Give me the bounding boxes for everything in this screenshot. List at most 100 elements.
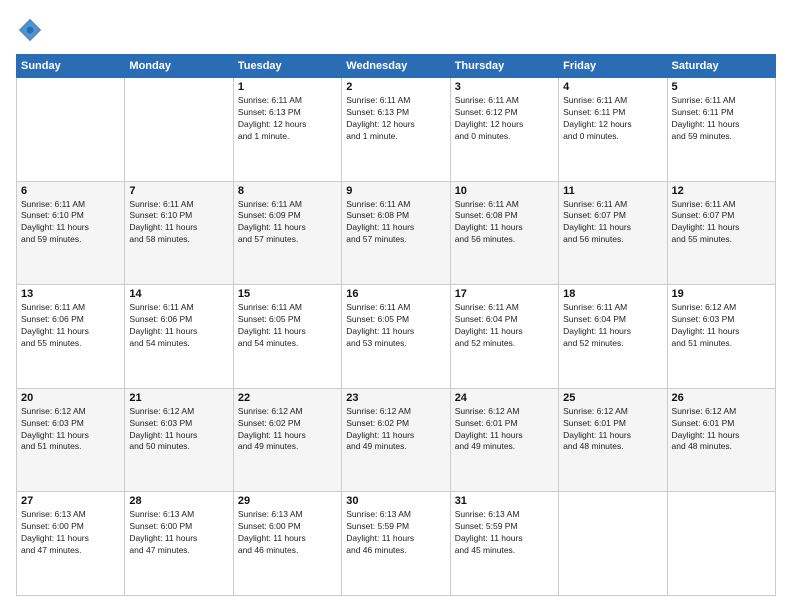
weekday-header: Tuesday	[233, 55, 341, 78]
day-number: 29	[238, 495, 337, 507]
cell-content: Sunrise: 6:11 AM Sunset: 6:06 PM Dayligh…	[21, 302, 120, 350]
weekday-header: Friday	[559, 55, 667, 78]
calendar-cell: 21 Sunrise: 6:12 AM Sunset: 6:03 PM Dayli…	[125, 388, 233, 492]
calendar-cell: 12 Sunrise: 6:11 AM Sunset: 6:07 PM Dayli…	[667, 181, 775, 285]
calendar-cell: 4 Sunrise: 6:11 AM Sunset: 6:11 PM Daylig…	[559, 78, 667, 182]
calendar-cell: 27Sunrise: 6:13 AM Sunset: 6:00 PM Dayli…	[17, 492, 125, 596]
day-number: 14	[129, 288, 228, 300]
cell-content: Sunrise: 6:11 AM Sunset: 6:07 PM Dayligh…	[672, 199, 771, 247]
cell-content: Sunrise: 6:11 AM Sunset: 6:07 PM Dayligh…	[563, 199, 662, 247]
calendar-cell: 9 Sunrise: 6:11 AM Sunset: 6:08 PM Daylig…	[342, 181, 450, 285]
calendar-cell: 25 Sunrise: 6:12 AM Sunset: 6:01 PM Dayli…	[559, 388, 667, 492]
cell-content: Sunrise: 6:12 AM Sunset: 6:03 PM Dayligh…	[129, 406, 228, 454]
cell-content: Sunrise: 6:13 AM Sunset: 6:00 PM Dayligh…	[238, 509, 337, 557]
day-number: 19	[672, 288, 771, 300]
cell-content: Sunrise: 6:11 AM Sunset: 6:04 PM Dayligh…	[455, 302, 554, 350]
cell-content: Sunrise: 6:11 AM Sunset: 6:08 PM Dayligh…	[346, 199, 445, 247]
day-number: 7	[129, 185, 228, 197]
day-number: 23	[346, 392, 445, 404]
calendar-week-row: 6 Sunrise: 6:11 AM Sunset: 6:10 PM Daylig…	[17, 181, 776, 285]
calendar-cell: 14Sunrise: 6:11 AM Sunset: 6:06 PM Dayli…	[125, 285, 233, 389]
calendar-week-row: 13 Sunrise: 6:11 AM Sunset: 6:06 PM Dayli…	[17, 285, 776, 389]
calendar-table: SundayMondayTuesdayWednesdayThursdayFrid…	[16, 54, 776, 596]
weekday-header: Thursday	[450, 55, 558, 78]
calendar-cell: 3Sunrise: 6:11 AM Sunset: 6:12 PM Daylig…	[450, 78, 558, 182]
calendar-cell: 1Sunrise: 6:11 AM Sunset: 6:13 PM Daylig…	[233, 78, 341, 182]
cell-content: Sunrise: 6:12 AM Sunset: 6:03 PM Dayligh…	[672, 302, 771, 350]
day-number: 4	[563, 81, 662, 93]
day-number: 12	[672, 185, 771, 197]
cell-content: Sunrise: 6:11 AM Sunset: 6:05 PM Dayligh…	[346, 302, 445, 350]
calendar-cell: 19 Sunrise: 6:12 AM Sunset: 6:03 PM Dayli…	[667, 285, 775, 389]
day-number: 3	[455, 81, 554, 93]
cell-content: Sunrise: 6:12 AM Sunset: 6:01 PM Dayligh…	[563, 406, 662, 454]
day-number: 18	[563, 288, 662, 300]
cell-content: Sunrise: 6:11 AM Sunset: 6:09 PM Dayligh…	[238, 199, 337, 247]
day-number: 5	[672, 81, 771, 93]
cell-content: Sunrise: 6:12 AM Sunset: 6:02 PM Dayligh…	[238, 406, 337, 454]
calendar-cell: 15 Sunrise: 6:11 AM Sunset: 6:05 PM Dayli…	[233, 285, 341, 389]
calendar-cell	[559, 492, 667, 596]
day-number: 11	[563, 185, 662, 197]
cell-content: Sunrise: 6:11 AM Sunset: 6:11 PM Dayligh…	[563, 95, 662, 143]
calendar-cell: 16 Sunrise: 6:11 AM Sunset: 6:05 PM Dayli…	[342, 285, 450, 389]
calendar-cell: 8Sunrise: 6:11 AM Sunset: 6:09 PM Daylig…	[233, 181, 341, 285]
weekday-header: Sunday	[17, 55, 125, 78]
day-number: 1	[238, 81, 337, 93]
calendar-cell	[125, 78, 233, 182]
day-number: 17	[455, 288, 554, 300]
cell-content: Sunrise: 6:11 AM Sunset: 6:08 PM Dayligh…	[455, 199, 554, 247]
day-number: 10	[455, 185, 554, 197]
day-number: 28	[129, 495, 228, 507]
day-number: 24	[455, 392, 554, 404]
calendar-cell: 18 Sunrise: 6:11 AM Sunset: 6:04 PM Dayli…	[559, 285, 667, 389]
cell-content: Sunrise: 6:13 AM Sunset: 5:59 PM Dayligh…	[455, 509, 554, 557]
logo	[16, 16, 48, 44]
day-number: 25	[563, 392, 662, 404]
day-number: 16	[346, 288, 445, 300]
day-number: 20	[21, 392, 120, 404]
calendar-cell: 17 Sunrise: 6:11 AM Sunset: 6:04 PM Dayli…	[450, 285, 558, 389]
calendar-cell	[667, 492, 775, 596]
calendar-cell: 26Sunrise: 6:12 AM Sunset: 6:01 PM Dayli…	[667, 388, 775, 492]
calendar-cell: 28 Sunrise: 6:13 AM Sunset: 6:00 PM Dayli…	[125, 492, 233, 596]
cell-content: Sunrise: 6:13 AM Sunset: 6:00 PM Dayligh…	[21, 509, 120, 557]
calendar-cell: 31 Sunrise: 6:13 AM Sunset: 5:59 PM Dayli…	[450, 492, 558, 596]
calendar-week-row: 20 Sunrise: 6:12 AM Sunset: 6:03 PM Dayli…	[17, 388, 776, 492]
cell-content: Sunrise: 6:12 AM Sunset: 6:01 PM Dayligh…	[672, 406, 771, 454]
cell-content: Sunrise: 6:12 AM Sunset: 6:03 PM Dayligh…	[21, 406, 120, 454]
calendar-header: SundayMondayTuesdayWednesdayThursdayFrid…	[17, 55, 776, 78]
calendar-cell: 2Sunrise: 6:11 AM Sunset: 6:13 PM Daylig…	[342, 78, 450, 182]
weekday-header: Saturday	[667, 55, 775, 78]
calendar-cell: 13 Sunrise: 6:11 AM Sunset: 6:06 PM Dayli…	[17, 285, 125, 389]
cell-content: Sunrise: 6:11 AM Sunset: 6:04 PM Dayligh…	[563, 302, 662, 350]
calendar-cell: 5 Sunrise: 6:11 AM Sunset: 6:11 PM Daylig…	[667, 78, 775, 182]
cell-content: Sunrise: 6:11 AM Sunset: 6:05 PM Dayligh…	[238, 302, 337, 350]
cell-content: Sunrise: 6:11 AM Sunset: 6:10 PM Dayligh…	[21, 199, 120, 247]
calendar-cell: 7 Sunrise: 6:11 AM Sunset: 6:10 PM Daylig…	[125, 181, 233, 285]
day-number: 2	[346, 81, 445, 93]
day-number: 13	[21, 288, 120, 300]
day-number: 31	[455, 495, 554, 507]
day-number: 15	[238, 288, 337, 300]
cell-content: Sunrise: 6:11 AM Sunset: 6:11 PM Dayligh…	[672, 95, 771, 143]
cell-content: Sunrise: 6:13 AM Sunset: 5:59 PM Dayligh…	[346, 509, 445, 557]
day-number: 22	[238, 392, 337, 404]
calendar-cell: 22 Sunrise: 6:12 AM Sunset: 6:02 PM Dayli…	[233, 388, 341, 492]
calendar-cell	[17, 78, 125, 182]
weekday-header: Wednesday	[342, 55, 450, 78]
header	[16, 16, 776, 44]
calendar-cell: 30Sunrise: 6:13 AM Sunset: 5:59 PM Dayli…	[342, 492, 450, 596]
calendar-week-row: 27Sunrise: 6:13 AM Sunset: 6:00 PM Dayli…	[17, 492, 776, 596]
calendar-body: 1Sunrise: 6:11 AM Sunset: 6:13 PM Daylig…	[17, 78, 776, 596]
day-number: 6	[21, 185, 120, 197]
cell-content: Sunrise: 6:12 AM Sunset: 6:02 PM Dayligh…	[346, 406, 445, 454]
day-number: 21	[129, 392, 228, 404]
cell-content: Sunrise: 6:11 AM Sunset: 6:10 PM Dayligh…	[129, 199, 228, 247]
day-number: 9	[346, 185, 445, 197]
calendar-cell: 23 Sunrise: 6:12 AM Sunset: 6:02 PM Dayli…	[342, 388, 450, 492]
cell-content: Sunrise: 6:13 AM Sunset: 6:00 PM Dayligh…	[129, 509, 228, 557]
calendar-week-row: 1Sunrise: 6:11 AM Sunset: 6:13 PM Daylig…	[17, 78, 776, 182]
calendar-cell: 11 Sunrise: 6:11 AM Sunset: 6:07 PM Dayli…	[559, 181, 667, 285]
calendar-cell: 20 Sunrise: 6:12 AM Sunset: 6:03 PM Dayli…	[17, 388, 125, 492]
